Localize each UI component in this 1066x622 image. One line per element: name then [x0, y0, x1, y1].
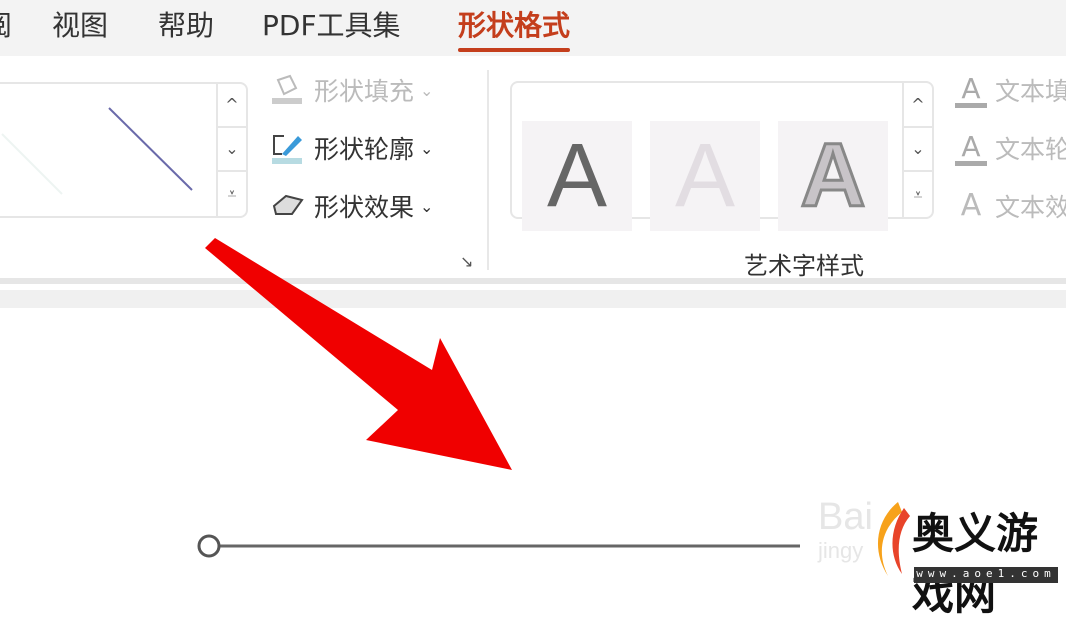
- jingyan-watermark: jingy: [818, 538, 864, 563]
- site-url-watermark: www.aoe1.com: [914, 567, 1058, 583]
- line-start-handle: [197, 534, 221, 558]
- baidu-watermark: Bai: [818, 496, 873, 538]
- red-arrow-annotation: [205, 238, 512, 470]
- site-name-watermark: 奥义游戏网: [912, 509, 1039, 619]
- aoe1-logo-icon: [877, 502, 910, 576]
